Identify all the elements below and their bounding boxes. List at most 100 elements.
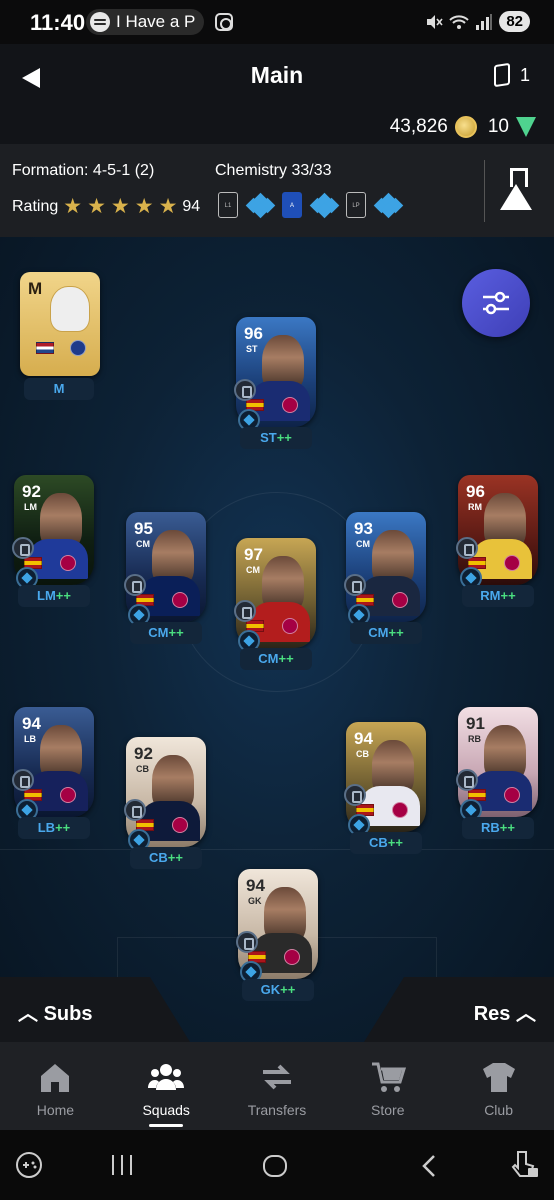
- player-card-position: LM: [24, 502, 37, 512]
- position-label-lb: LB++: [18, 817, 90, 839]
- star-icon: ★: [87, 195, 106, 218]
- arrows-icon: [259, 1060, 295, 1094]
- player-card-position: RM: [468, 502, 482, 512]
- player-rating: 97: [244, 545, 263, 564]
- player-rating: 96: [244, 324, 263, 343]
- sliders-icon: [483, 291, 509, 315]
- squad-info-bar: Formation: 4-5-1 (2) Chemistry 33/33 Rat…: [0, 144, 554, 237]
- star-icon: ★: [134, 195, 154, 218]
- rating-value: 94: [182, 197, 201, 215]
- player-card-position: CB: [136, 764, 149, 774]
- player-rating: 95: [134, 519, 153, 538]
- people-icon: [148, 1060, 185, 1094]
- playstyle-badge-icon: [12, 769, 34, 791]
- divider: [484, 160, 485, 222]
- playstyle-badge-icon: [236, 931, 258, 953]
- position-label-rm: RM++: [462, 585, 534, 607]
- nav-label: Home: [36, 1102, 75, 1118]
- playstyle-badge-icon: [124, 799, 146, 821]
- player-card-position: LB: [24, 734, 36, 744]
- ligue1-logo-icon: L1: [218, 192, 238, 218]
- touch-lock-icon[interactable]: [510, 1148, 540, 1185]
- nav-label: Transfers: [247, 1102, 307, 1118]
- position-label-lm: LM++: [18, 585, 90, 607]
- game-controller-icon[interactable]: [14, 1152, 44, 1183]
- wifi-icon: [449, 14, 470, 29]
- flask-icon[interactable]: [496, 164, 536, 214]
- star-icon: ★: [158, 195, 178, 218]
- system-navigation: [0, 1130, 554, 1200]
- status-icons: 82: [425, 11, 530, 32]
- club-logo-icon: [60, 787, 76, 803]
- chemistry-label: Chemistry 33/33: [215, 162, 332, 179]
- playstyle-badge-icon: [234, 379, 256, 401]
- club-logo-icon: [70, 340, 86, 356]
- coins-value: 43,826: [389, 116, 448, 137]
- league-chemistry-row: L1 A LP: [218, 192, 404, 219]
- instagram-icon: [215, 13, 233, 31]
- currency-display: 43,826 10: [390, 116, 536, 138]
- reserves-label: Res ︿: [473, 1003, 536, 1025]
- page-title: Main: [250, 62, 304, 88]
- signal-icon: [476, 13, 493, 30]
- liga-portugal-logo-icon: LP: [346, 192, 366, 218]
- rating-label: Rating: [12, 197, 59, 215]
- star-icon: ★: [63, 195, 83, 218]
- club-logo-icon: [172, 817, 188, 833]
- rating-row: Rating ★ ★ ★ ★ ★ 94: [12, 196, 200, 217]
- home-icon: [37, 1060, 73, 1094]
- manager-card[interactable]: M: [20, 272, 100, 376]
- club-logo-icon: [504, 555, 520, 571]
- club-logo-icon: [392, 802, 408, 818]
- nav-label: Club: [484, 1102, 513, 1118]
- club-logo-icon: [60, 555, 76, 571]
- club-logo-icon: [504, 787, 520, 803]
- player-rating: 96: [466, 482, 485, 501]
- player-rating: 92: [22, 482, 41, 501]
- player-card-position: ST: [246, 344, 258, 354]
- club-logo-icon: [282, 397, 298, 413]
- recents-icon[interactable]: [110, 1154, 134, 1181]
- cart-icon: [370, 1060, 406, 1094]
- status-time: 11:40: [30, 10, 86, 35]
- player-rating: 93: [354, 519, 373, 538]
- club-logo-icon: [172, 592, 188, 608]
- nav-transfers[interactable]: Transfers: [222, 1042, 333, 1130]
- nav-home[interactable]: Home: [0, 1042, 111, 1130]
- player-rating: 91: [466, 714, 485, 733]
- nav-squads[interactable]: Squads: [111, 1042, 222, 1130]
- mute-icon: [427, 14, 443, 29]
- position-label-lcm: CM++: [130, 622, 202, 644]
- nav-club[interactable]: Club: [443, 1042, 554, 1130]
- status-bar: 11:40 I Have a P 82: [0, 0, 554, 44]
- club-logo-icon: [284, 949, 300, 965]
- squad-count-value: 1: [519, 64, 530, 85]
- player-card-position: CB: [356, 749, 369, 759]
- nav-label: Squads: [142, 1102, 190, 1118]
- quick-actions-button[interactable]: [462, 269, 530, 337]
- serie-a-logo-icon: A: [282, 192, 302, 218]
- position-label-cm: CM++: [240, 648, 312, 670]
- manager-card-label: M: [28, 279, 43, 298]
- media-pill[interactable]: I Have a P: [86, 9, 204, 35]
- nav-store[interactable]: Store: [332, 1042, 443, 1130]
- playstyle-badge-icon: [456, 769, 478, 791]
- formation-label[interactable]: Formation: 4-5-1 (2): [12, 162, 154, 180]
- manager-position-label: M: [24, 378, 94, 400]
- battery-indicator: 82: [499, 11, 530, 32]
- playstyle-badge-icon: [344, 784, 366, 806]
- home-system-icon[interactable]: [262, 1154, 288, 1183]
- playstyle-badge-icon: [12, 537, 34, 559]
- chevron-up-icon: ︿: [516, 1003, 536, 1025]
- chevron-up-icon: ︿: [18, 1003, 38, 1025]
- position-label-st: ST++: [240, 427, 312, 449]
- subs-label: ︿ Subs: [18, 1003, 93, 1025]
- pitch-halfway-line: [0, 849, 554, 850]
- position-label-rcb: CB++: [350, 832, 422, 854]
- playstyle-badge-icon: [456, 537, 478, 559]
- back-system-icon[interactable]: [420, 1154, 438, 1183]
- player-card-position: GK: [248, 896, 262, 906]
- playstyle-badge-icon: [344, 574, 366, 596]
- player-rating: 94: [22, 714, 41, 733]
- squad-count[interactable]: 1: [493, 62, 530, 88]
